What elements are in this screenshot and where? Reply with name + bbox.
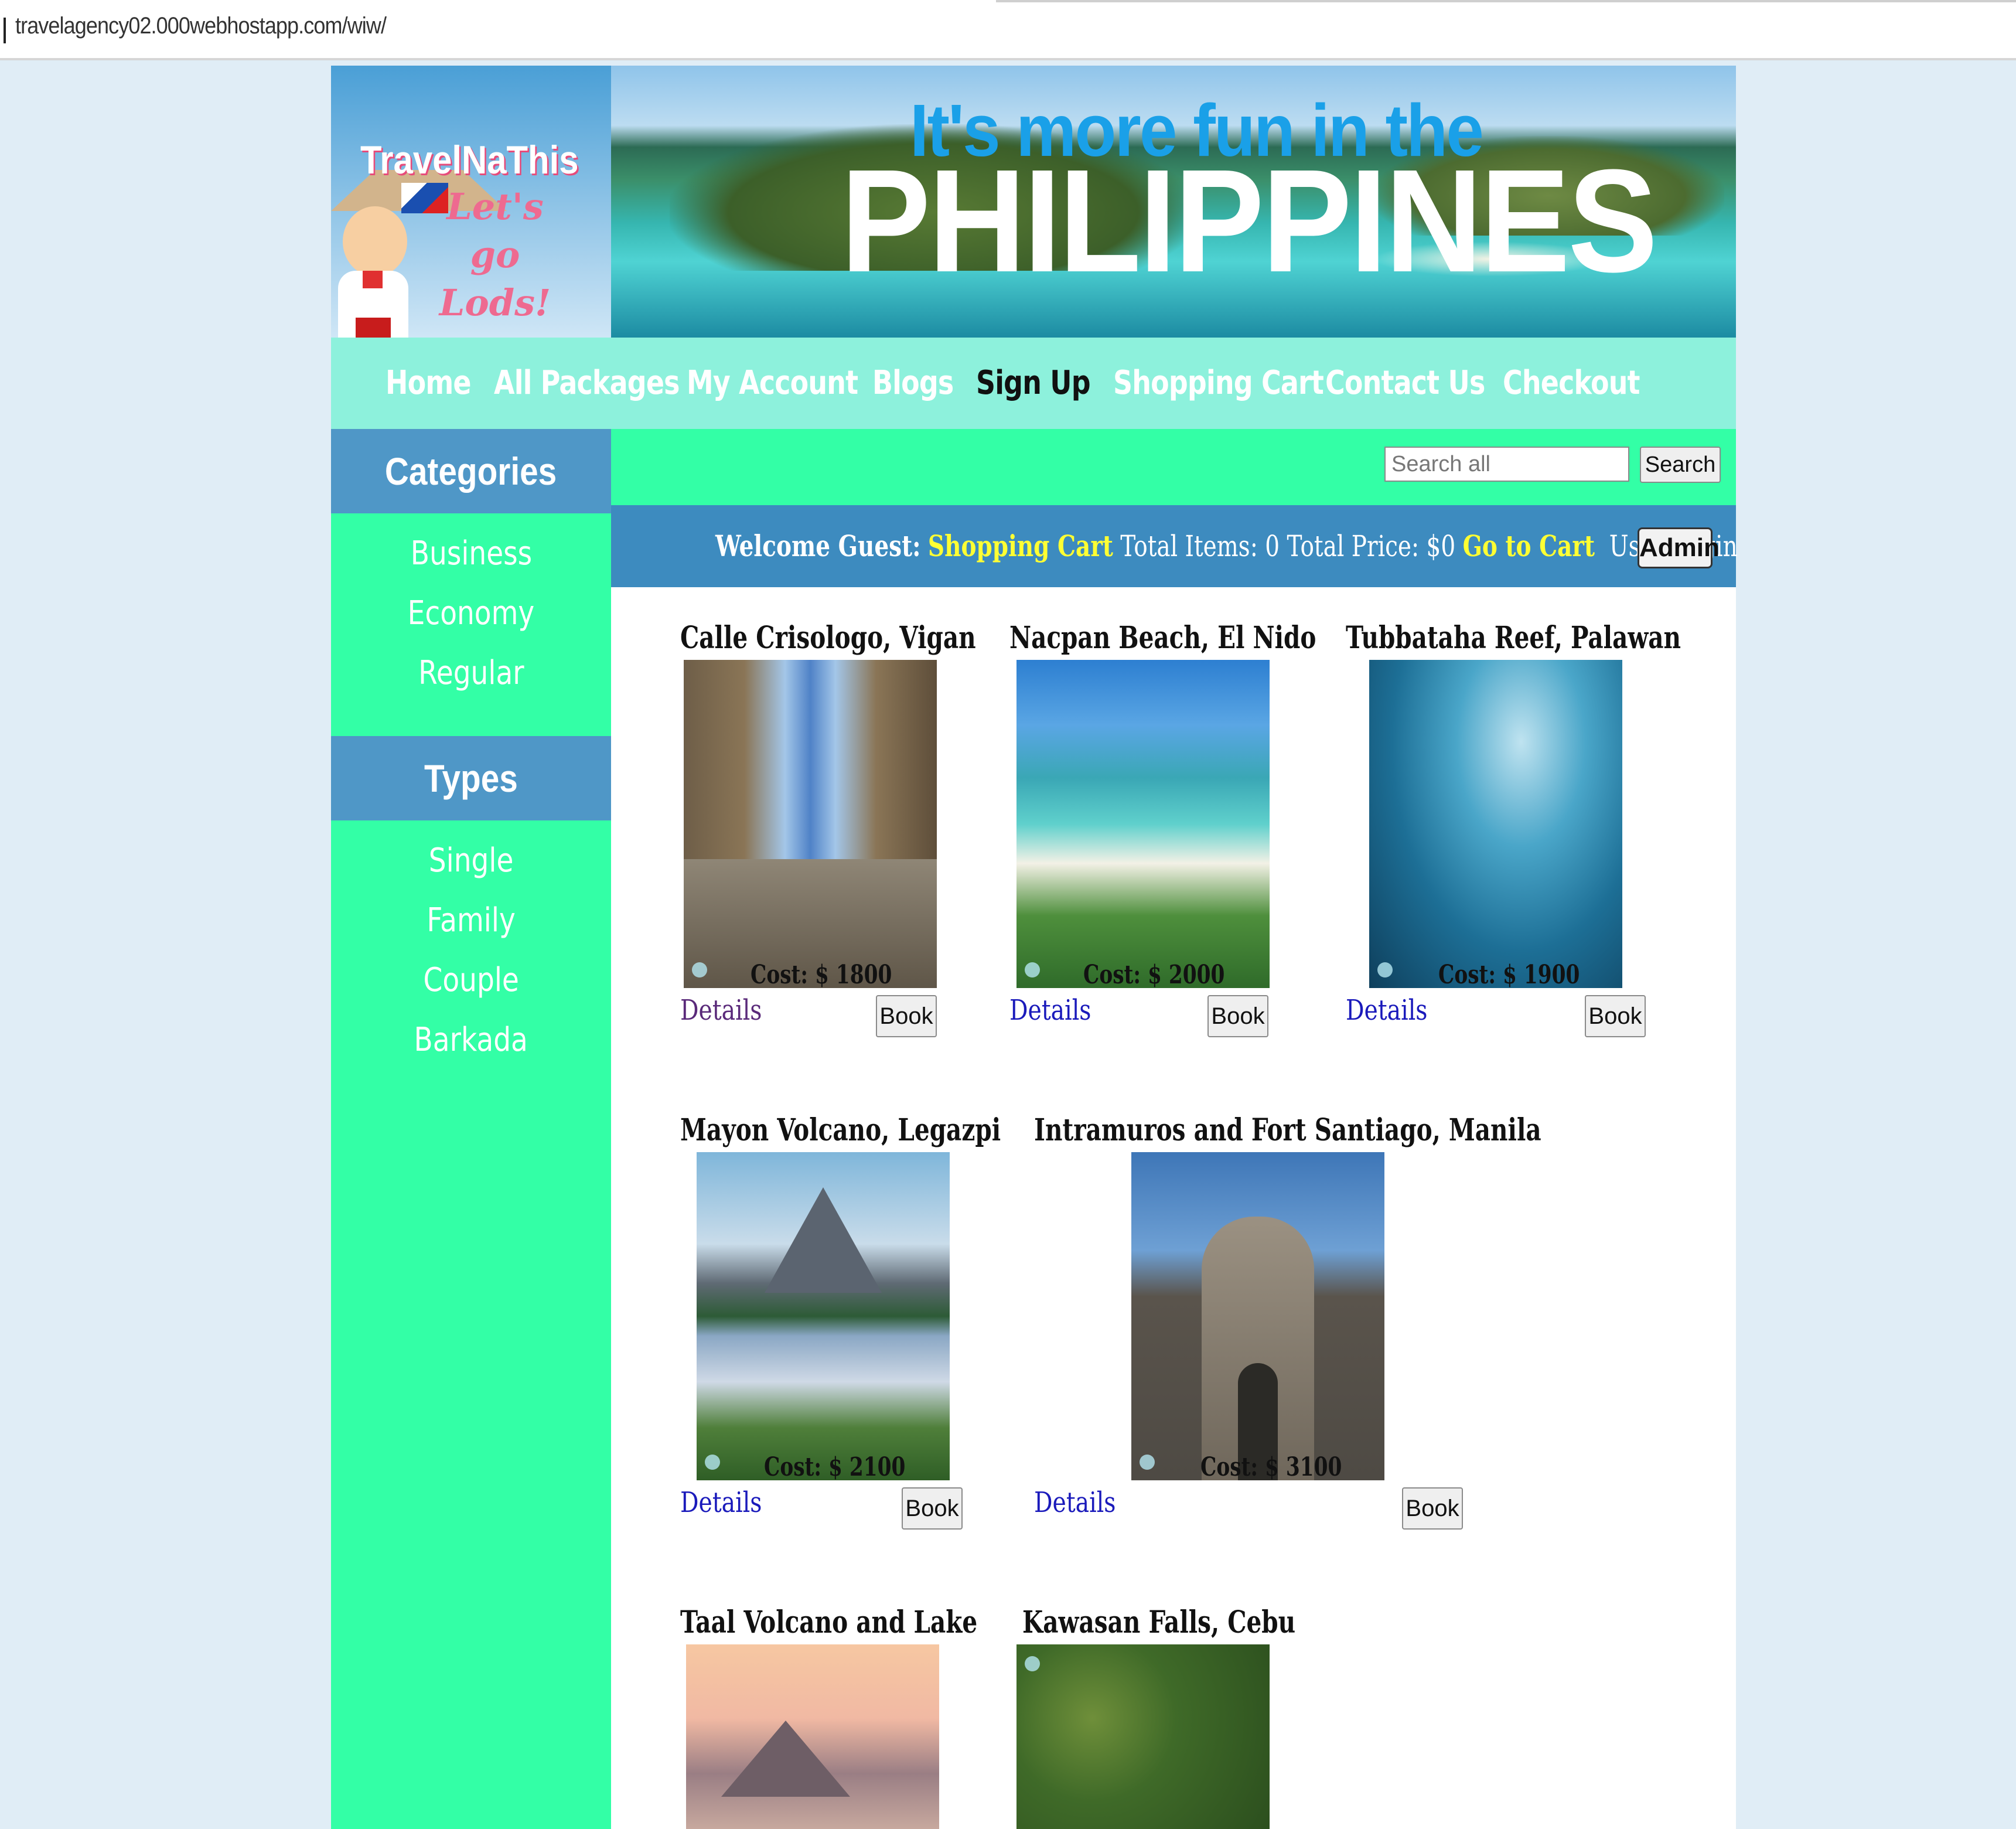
- package-details-link[interactable]: Details: [1346, 994, 1428, 1027]
- package-title: Tubbataha Reef, Palawan: [1346, 620, 1681, 656]
- book-button[interactable]: Book: [1207, 995, 1268, 1037]
- type-single-label: Single: [428, 842, 514, 880]
- categories-heading: Categories: [331, 429, 611, 513]
- package-title: Taal Volcano and Lake: [680, 1605, 978, 1640]
- search-button[interactable]: Search: [1640, 447, 1721, 483]
- mascot-face-graphic: [343, 206, 407, 277]
- type-barkada[interactable]: Barkada: [331, 1021, 611, 1059]
- welcome-text: Welcome Guest: Shopping Cart Total Items…: [715, 505, 1738, 587]
- type-barkada-label: Barkada: [414, 1021, 528, 1059]
- type-family[interactable]: Family: [331, 901, 611, 939]
- package-cost: Cost: $ 2100: [764, 1452, 906, 1482]
- package-cost: Cost: $ 1900: [1438, 960, 1580, 990]
- nav-all-packages[interactable]: All Packages: [494, 338, 680, 429]
- watermark-icon: [1025, 1656, 1040, 1671]
- package-image[interactable]: [1131, 1152, 1384, 1480]
- welcome-greeting: Welcome Guest:: [715, 529, 921, 563]
- browser-address-bar[interactable]: travelagency02.000webhostapp.com/wiw/: [0, 0, 2016, 60]
- nav-my-account[interactable]: My Account: [687, 338, 858, 429]
- sidebar: Categories Business Economy Regular Type…: [331, 429, 611, 1829]
- package-details-link[interactable]: Details: [680, 1486, 762, 1519]
- package-image[interactable]: [1369, 660, 1622, 988]
- package-image[interactable]: [686, 1644, 939, 1829]
- url-text[interactable]: travelagency02.000webhostapp.com/wiw/: [15, 13, 387, 39]
- watermark-icon: [1025, 962, 1040, 977]
- nav-checkout[interactable]: Checkout: [1503, 338, 1640, 429]
- package-image[interactable]: [1016, 1644, 1270, 1829]
- page-container: TravelNaThis Let's go Lods! It's more fu…: [331, 66, 1738, 1829]
- package-title: Nacpan Beach, El Nido: [1009, 620, 1316, 656]
- type-couple-label: Couple: [423, 961, 519, 999]
- package-cost: Cost: $ 3100: [1200, 1452, 1342, 1482]
- tab-strip-edge: [996, 0, 2016, 2]
- hero-banner: It's more fun in the PHILIPPINES: [611, 66, 1736, 338]
- mascot-scarf-graphic: [363, 271, 383, 288]
- type-single[interactable]: Single: [331, 842, 611, 880]
- main-nav: Home All Packages My Account Blogs Sign …: [331, 338, 1736, 429]
- watermark-icon: [692, 962, 707, 977]
- category-regular-label: Regular: [418, 654, 524, 692]
- total-items: Total Items: 0: [1120, 529, 1280, 563]
- go-to-cart-link[interactable]: Go to Cart: [1463, 529, 1595, 563]
- package-title: Calle Crisologo, Vigan: [680, 620, 976, 656]
- book-button[interactable]: Book: [876, 995, 937, 1037]
- category-economy-label: Economy: [407, 594, 535, 632]
- mascot-legs-graphic: [356, 318, 391, 338]
- package-image[interactable]: [1016, 660, 1270, 988]
- site-logo[interactable]: TravelNaThis Let's go Lods!: [331, 66, 611, 338]
- package-details-link[interactable]: Details: [1009, 994, 1091, 1027]
- type-couple[interactable]: Couple: [331, 961, 611, 999]
- nav-contact-us[interactable]: Contact Us: [1325, 338, 1485, 429]
- admin-button[interactable]: Admin: [1638, 527, 1720, 568]
- package-title: Kawasan Falls, Cebu: [1022, 1605, 1296, 1640]
- category-business-label: Business: [410, 534, 532, 573]
- logo-tagline: Let's go Lods!: [439, 185, 551, 324]
- package-image[interactable]: [684, 660, 937, 988]
- nav-sign-up[interactable]: Sign Up: [976, 338, 1091, 429]
- category-economy[interactable]: Economy: [331, 594, 611, 632]
- welcome-bar: Welcome Guest: Shopping Cart Total Items…: [611, 505, 1738, 587]
- logo-title: TravelNaThis: [360, 138, 579, 182]
- book-button[interactable]: Book: [1585, 995, 1646, 1037]
- type-family-label: Family: [427, 901, 516, 939]
- total-price: Total Price: $0: [1287, 529, 1456, 563]
- categories-heading-text: Categories: [385, 449, 557, 493]
- search-input[interactable]: [1384, 447, 1629, 482]
- package-cost: Cost: $ 2000: [1083, 960, 1225, 990]
- package-image[interactable]: [697, 1152, 950, 1480]
- watermark-icon: [1140, 1455, 1155, 1470]
- category-regular[interactable]: Regular: [331, 654, 611, 692]
- nav-blogs[interactable]: Blogs: [872, 338, 954, 429]
- package-cost: Cost: $ 1800: [751, 960, 892, 990]
- watermark-icon: [705, 1455, 720, 1470]
- types-heading: Types: [331, 736, 611, 820]
- types-heading-text: Types: [424, 757, 518, 800]
- search-bar: Search: [611, 429, 1736, 505]
- shopping-cart-link[interactable]: Shopping Cart: [928, 529, 1113, 563]
- nav-home[interactable]: Home: [386, 338, 472, 429]
- text-cursor: [4, 18, 6, 43]
- category-business[interactable]: Business: [331, 534, 611, 573]
- book-button[interactable]: Book: [1402, 1487, 1463, 1530]
- package-details-link[interactable]: Details: [680, 994, 762, 1027]
- package-title: Intramuros and Fort Santiago, Manila: [1034, 1112, 1541, 1148]
- banner-line-2: PHILIPPINES: [841, 139, 1658, 302]
- book-button[interactable]: Book: [902, 1487, 963, 1530]
- nav-shopping-cart[interactable]: Shopping Cart: [1113, 338, 1324, 429]
- watermark-icon: [1377, 962, 1393, 977]
- package-title: Mayon Volcano, Legazpi: [680, 1112, 1001, 1148]
- package-details-link[interactable]: Details: [1034, 1486, 1116, 1519]
